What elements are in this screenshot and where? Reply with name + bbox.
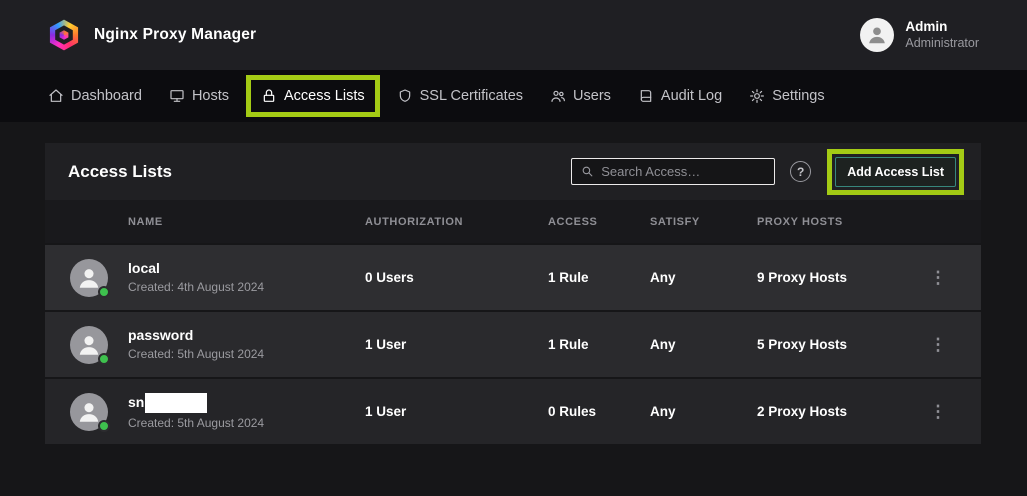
search-icon xyxy=(581,165,594,178)
annotation-box-add-button: Add Access List xyxy=(827,149,964,195)
nav-item-hosts[interactable]: Hosts xyxy=(169,88,229,104)
app-title: Nginx Proxy Manager xyxy=(94,26,256,44)
shield-icon xyxy=(397,88,413,104)
person-icon xyxy=(76,332,102,358)
nav-label: SSL Certificates xyxy=(420,88,523,104)
created-date: Created: 5th August 2024 xyxy=(128,347,365,361)
column-header-access: ACCESS xyxy=(548,216,650,228)
user-role: Administrator xyxy=(905,36,979,52)
nav-label: Dashboard xyxy=(71,88,142,104)
table-row[interactable]: local Created: 4th August 2024 0 Users 1… xyxy=(45,243,981,310)
kebab-menu-icon[interactable]: ⋮ xyxy=(920,402,956,422)
table-row[interactable]: sn Created: 5th August 2024 1 User 0 Rul… xyxy=(45,377,981,444)
person-icon xyxy=(76,399,102,425)
brand: Nginx Proxy Manager xyxy=(48,19,256,51)
access-list-name: local xyxy=(128,261,365,276)
nav-item-audit-log[interactable]: Audit Log xyxy=(638,88,722,104)
main-content: Access Lists ? Add Access List NAME AUTH… xyxy=(0,122,1027,444)
table-header-row: NAME AUTHORIZATION ACCESS SATISFY PROXY … xyxy=(45,200,981,243)
access-list-name: password xyxy=(128,328,365,343)
header: Nginx Proxy Manager Admin Administrator xyxy=(0,0,1027,70)
nav-label: Users xyxy=(573,88,611,104)
app-window: Nginx Proxy Manager Admin Administrator … xyxy=(0,0,1027,496)
proxy-hosts-cell: 2 Proxy Hosts xyxy=(757,404,920,419)
main-nav: Dashboard Hosts Access Lists SSL Certifi… xyxy=(0,70,1027,122)
column-header-satisfy: SATISFY xyxy=(650,216,757,228)
nav-label: Access Lists xyxy=(284,88,365,104)
kebab-menu-icon[interactable]: ⋮ xyxy=(920,335,956,355)
row-avatar xyxy=(70,326,108,364)
page-title: Access Lists xyxy=(68,162,172,182)
person-icon xyxy=(76,265,102,291)
column-header-name: NAME xyxy=(128,216,365,228)
nav-item-users[interactable]: Users xyxy=(550,88,611,104)
access-list-name: sn xyxy=(128,393,365,413)
user-avatar xyxy=(860,18,894,52)
nav-label: Hosts xyxy=(192,88,229,104)
users-icon xyxy=(550,88,566,104)
search-box xyxy=(571,158,775,185)
authorization-cell: 0 Users xyxy=(365,270,548,285)
authorization-cell: 1 User xyxy=(365,404,548,419)
access-cell: 1 Rule xyxy=(548,337,650,352)
column-header-proxy-hosts: PROXY HOSTS xyxy=(757,216,920,228)
nav-item-access-lists[interactable]: Access Lists xyxy=(246,75,380,117)
proxy-hosts-cell: 9 Proxy Hosts xyxy=(757,270,920,285)
help-icon[interactable]: ? xyxy=(790,161,811,182)
satisfy-cell: Any xyxy=(650,404,757,419)
kebab-menu-icon[interactable]: ⋮ xyxy=(920,268,956,288)
created-date: Created: 4th August 2024 xyxy=(128,280,365,294)
column-header-authorization: AUTHORIZATION xyxy=(365,216,548,228)
add-access-list-button[interactable]: Add Access List xyxy=(835,157,956,187)
online-status-dot xyxy=(98,286,110,298)
access-cell: 0 Rules xyxy=(548,404,650,419)
row-avatar xyxy=(70,259,108,297)
app-logo-icon xyxy=(48,19,80,51)
lock-icon xyxy=(261,88,277,104)
satisfy-cell: Any xyxy=(650,337,757,352)
user-menu[interactable]: Admin Administrator xyxy=(860,18,979,52)
panel-header: Access Lists ? Add Access List xyxy=(45,143,981,200)
book-icon xyxy=(638,88,654,104)
authorization-cell: 1 User xyxy=(365,337,548,352)
nav-label: Settings xyxy=(772,88,824,104)
redaction-box xyxy=(145,393,207,413)
created-date: Created: 5th August 2024 xyxy=(128,416,365,430)
online-status-dot xyxy=(98,353,110,365)
monitor-icon xyxy=(169,88,185,104)
table-row[interactable]: password Created: 5th August 2024 1 User… xyxy=(45,310,981,377)
user-name: Admin xyxy=(905,19,979,36)
access-list-name-text: sn xyxy=(128,395,144,410)
online-status-dot xyxy=(98,420,110,432)
nav-item-ssl-certificates[interactable]: SSL Certificates xyxy=(397,88,523,104)
row-avatar xyxy=(70,393,108,431)
access-lists-panel: Access Lists ? Add Access List NAME AUTH… xyxy=(45,143,981,444)
nav-label: Audit Log xyxy=(661,88,722,104)
access-cell: 1 Rule xyxy=(548,270,650,285)
home-icon xyxy=(48,88,64,104)
proxy-hosts-cell: 5 Proxy Hosts xyxy=(757,337,920,352)
person-icon xyxy=(866,24,888,46)
nav-item-settings[interactable]: Settings xyxy=(749,88,824,104)
satisfy-cell: Any xyxy=(650,270,757,285)
search-input[interactable] xyxy=(601,164,765,179)
gear-icon xyxy=(749,88,765,104)
nav-item-dashboard[interactable]: Dashboard xyxy=(48,88,142,104)
